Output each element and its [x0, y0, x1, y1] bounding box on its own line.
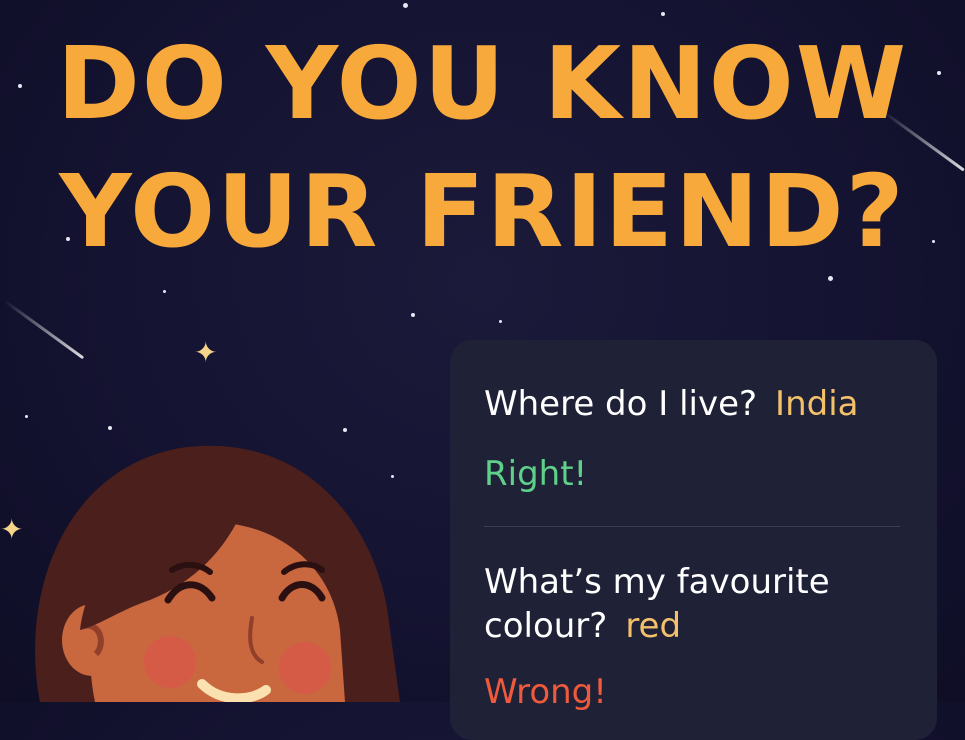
question-2: What’s my favourite colour? red: [484, 560, 830, 648]
question-1-answer: India: [775, 384, 859, 424]
star: [411, 313, 415, 317]
star: [163, 290, 166, 293]
quiz-card: Where do I live? India Right! What’s my f…: [450, 340, 937, 740]
question-2-text-line1: What’s my favourite: [484, 562, 830, 602]
question-1-result: Right!: [484, 454, 588, 494]
star: [25, 415, 28, 418]
star: [661, 12, 665, 16]
page-title-line2: YOUR FRIEND?: [59, 153, 906, 270]
question-1-text: Where do I live?: [484, 384, 758, 424]
question-1: Where do I live? India: [484, 382, 859, 426]
star: [403, 3, 408, 8]
divider: [484, 526, 900, 527]
question-2-answer: red: [625, 606, 682, 646]
shooting-star-icon: [3, 299, 85, 360]
girl-illustration: [35, 445, 401, 702]
question-2-text-line2: colour?: [484, 606, 608, 646]
page-title-line1: DO YOU KNOW: [56, 25, 909, 142]
question-2-result: Wrong!: [484, 672, 607, 712]
star: [828, 276, 833, 281]
star: [499, 320, 502, 323]
sparkle-icon: ✦: [194, 336, 218, 369]
